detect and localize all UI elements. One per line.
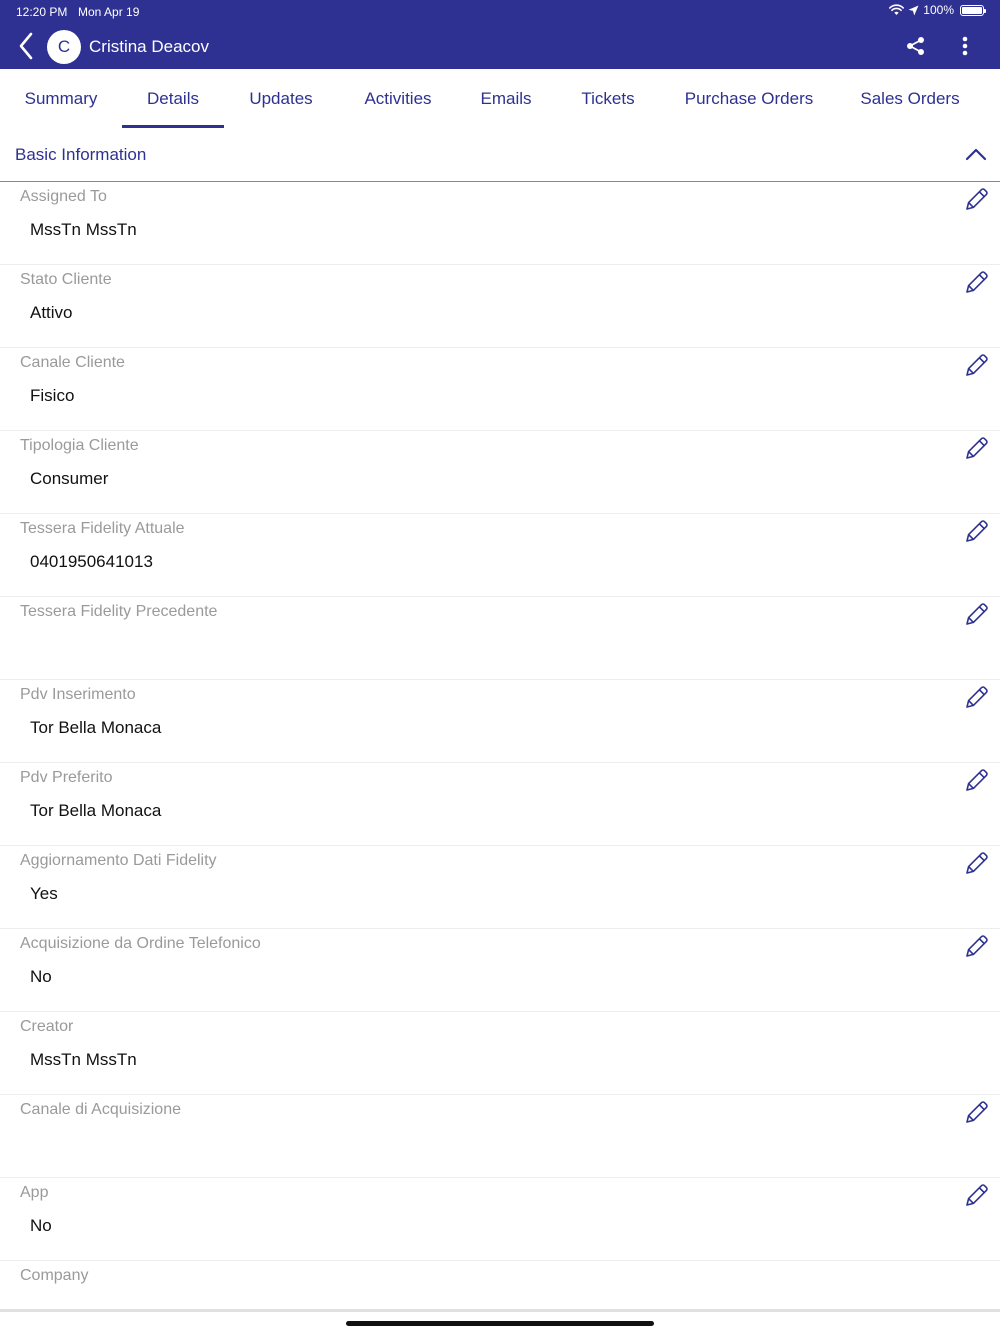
field-row-canale-cliente: Canale Cliente Fisico [0,348,1000,431]
battery-icon [960,4,986,16]
share-button[interactable] [903,33,929,59]
field-row-app: App No [0,1178,1000,1261]
field-label: Stato Cliente [20,271,112,288]
edit-pdv-inserimento-button[interactable] [964,684,990,710]
pencil-icon [966,354,988,376]
edit-tessera-fidelity-attuale-button[interactable] [964,518,990,544]
edit-pdv-preferito-button[interactable] [964,767,990,793]
app-bar: 12:20 PM Mon Apr 19 100% C Cristina Deac… [0,0,1000,69]
pencil-icon [966,188,988,210]
field-row-acquisizione-ordine-telefonico: Acquisizione da Ordine Telefonico No [0,929,1000,1012]
location-arrow-icon [908,5,919,16]
edit-canale-cliente-button[interactable] [964,352,990,378]
field-row-tessera-fidelity-precedente: Tessera Fidelity Precedente [0,597,1000,680]
section-title: Basic Information [15,145,147,164]
field-label: Creator [20,1018,74,1035]
pencil-icon [966,769,988,791]
share-icon [907,37,924,55]
bottom-divider [0,1309,1000,1312]
field-value: Fisico [30,386,75,405]
edit-stato-cliente-button[interactable] [964,269,990,295]
edit-app-button[interactable] [964,1182,990,1208]
field-label: Company [20,1267,89,1284]
field-value: Consumer [30,469,109,488]
edit-acquisizione-ordine-telefonico-button[interactable] [964,933,990,959]
pencil-icon [966,437,988,459]
chevron-up-icon[interactable] [965,145,987,163]
home-indicator[interactable] [346,1321,654,1326]
fields-list: Assigned To MssTn MssTn Stato Cliente At… [0,182,1000,1334]
pencil-icon [966,852,988,874]
more-vertical-icon [962,36,968,56]
field-label: Tessera Fidelity Precedente [20,603,218,620]
field-label: Pdv Inserimento [20,686,136,703]
edit-assigned-to-button[interactable] [964,186,990,212]
field-row-aggiornamento-dati-fidelity: Aggiornamento Dati Fidelity Yes [0,846,1000,929]
status-bar: 12:20 PM Mon Apr 19 100% [0,0,1000,24]
pencil-icon [966,1184,988,1206]
pencil-icon [966,271,988,293]
avatar: C [47,30,81,64]
field-value: Tor Bella Monaca [30,801,162,820]
pencil-icon [966,686,988,708]
section-header-basic-information[interactable]: Basic Information [0,129,1000,182]
field-label: App [20,1184,49,1201]
pencil-icon [966,520,988,542]
field-value: No [30,1216,52,1235]
field-row-assigned-to: Assigned To MssTn MssTn [0,182,1000,265]
field-row-pdv-inserimento: Pdv Inserimento Tor Bella Monaca [0,680,1000,763]
tab-purchase-orders[interactable]: Purchase Orders [676,69,822,129]
field-value: MssTn MssTn [30,1050,137,1069]
tab-updates[interactable]: Updates [238,69,324,129]
tab-bar: Summary Details Updates Activities Email… [0,69,1000,129]
field-value: MssTn MssTn [30,220,137,239]
field-label: Tessera Fidelity Attuale [20,520,185,537]
tab-summary[interactable]: Summary [14,69,108,129]
field-value: No [30,967,52,986]
tab-details[interactable]: Details [122,69,224,129]
field-row-stato-cliente: Stato Cliente Attivo [0,265,1000,348]
field-row-pdv-preferito: Pdv Preferito Tor Bella Monaca [0,763,1000,846]
field-row-creator: Creator MssTn MssTn [0,1012,1000,1095]
field-row-tessera-fidelity-attuale: Tessera Fidelity Attuale 0401950641013 [0,514,1000,597]
field-row-canale-di-acquisizione: Canale di Acquisizione [0,1095,1000,1178]
battery-percent: 100% [923,3,954,17]
field-label: Pdv Preferito [20,769,113,786]
field-label: Canale Cliente [20,354,125,371]
pencil-icon [966,935,988,957]
back-button[interactable] [12,30,40,62]
edit-tessera-fidelity-precedente-button[interactable] [964,601,990,627]
status-date: Mon Apr 19 [78,5,140,19]
tab-tickets[interactable]: Tickets [568,69,648,129]
edit-canale-di-acquisizione-button[interactable] [964,1099,990,1125]
contact-name: Cristina Deacov [89,37,209,56]
field-value: Tor Bella Monaca [30,718,162,737]
tab-emails[interactable]: Emails [470,69,542,129]
field-value: Yes [30,884,58,903]
edit-tipologia-cliente-button[interactable] [964,435,990,461]
wifi-icon [889,4,905,16]
pencil-icon [966,1101,988,1123]
tab-sales-orders[interactable]: Sales Orders [852,69,968,129]
more-options-button[interactable] [953,33,977,59]
field-label: Tipologia Cliente [20,437,139,454]
edit-aggiornamento-dati-fidelity-button[interactable] [964,850,990,876]
field-row-tipologia-cliente: Tipologia Cliente Consumer [0,431,1000,514]
field-value: 0401950641013 [30,552,153,571]
status-indicators: 100% [889,3,986,17]
pencil-icon [966,603,988,625]
back-chevron-icon [19,32,33,60]
field-value: Attivo [30,303,73,322]
tab-activities[interactable]: Activities [352,69,444,129]
field-label: Assigned To [20,188,107,205]
field-label: Acquisizione da Ordine Telefonico [20,935,261,952]
field-label: Aggiornamento Dati Fidelity [20,852,217,869]
field-label: Canale di Acquisizione [20,1101,181,1118]
status-time: 12:20 PM [16,5,68,19]
